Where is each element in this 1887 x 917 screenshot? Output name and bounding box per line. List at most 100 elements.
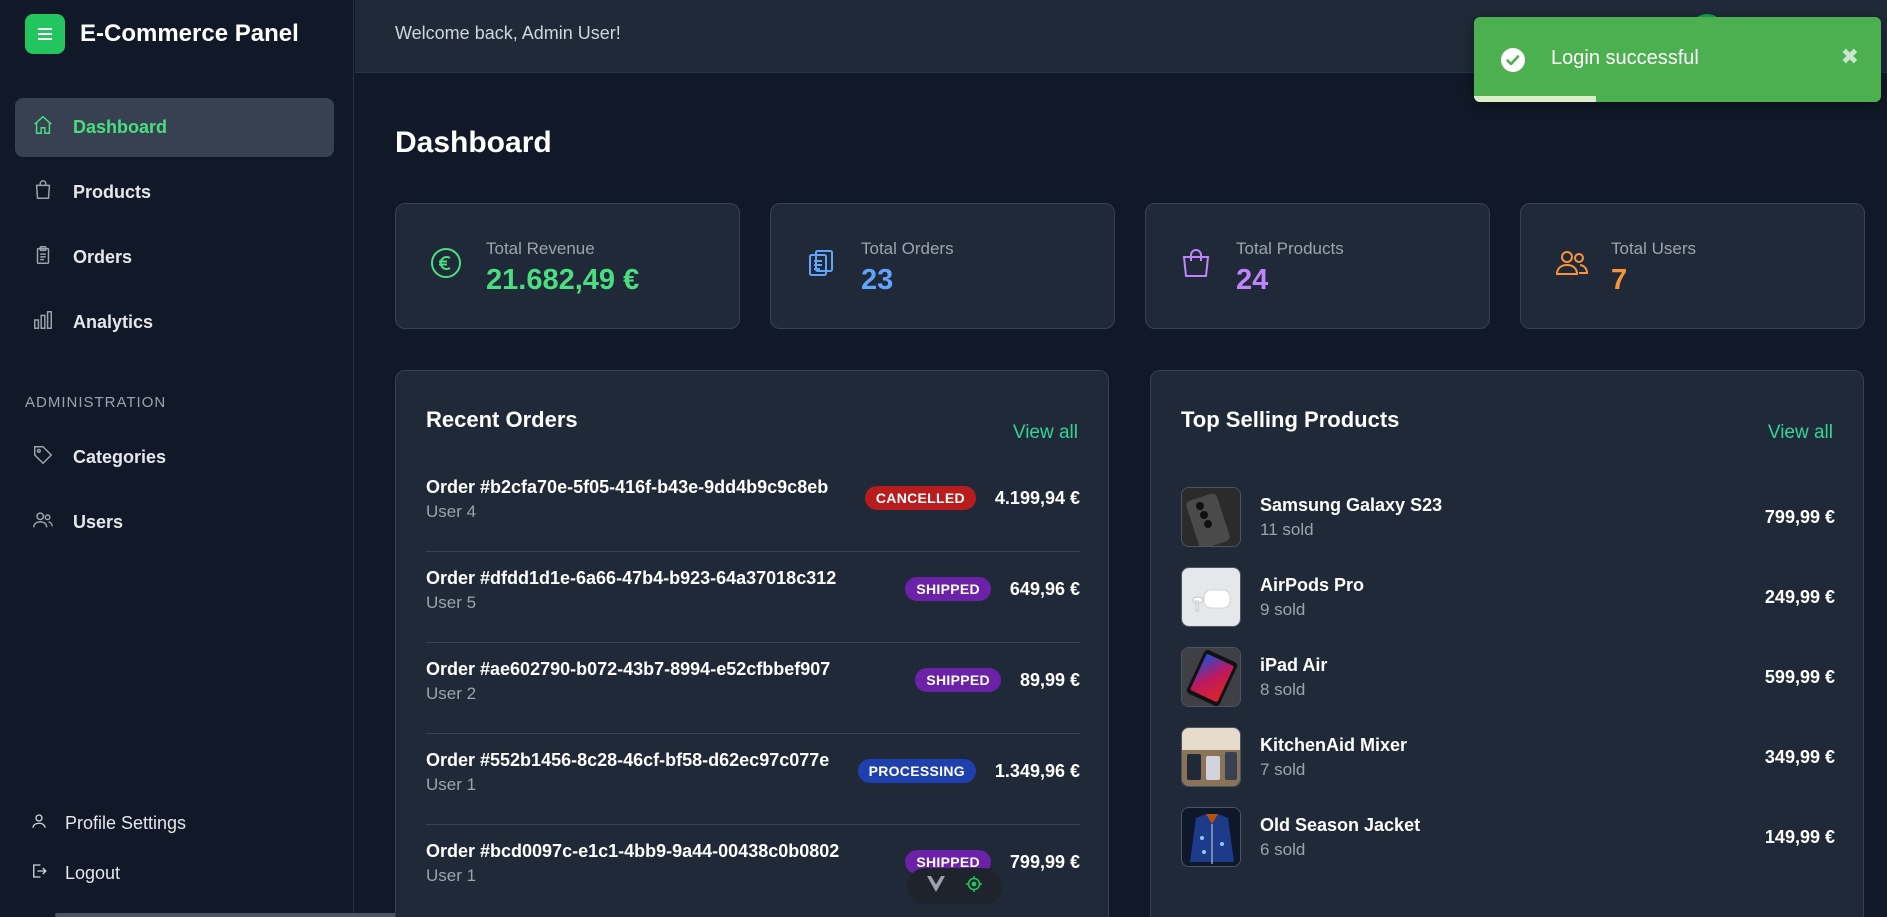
logout-label: Logout (65, 862, 121, 883)
clipboard-icon (804, 246, 838, 285)
product-price: 349,99 € (1764, 747, 1835, 767)
stat-label: Total Revenue (486, 239, 595, 258)
stat-card-orders: Total Orders 23 (770, 203, 1115, 329)
sidebar-item-label: Categories (73, 447, 167, 467)
order-amount: 799,99 € (1009, 851, 1080, 872)
order-amount: 1.349,96 € (994, 760, 1080, 781)
bar-chart-icon (32, 309, 54, 336)
product-sold: 8 sold (1260, 680, 1306, 699)
view-all-orders-link[interactable]: View all (1013, 422, 1078, 444)
view-all-products-link[interactable]: View all (1768, 422, 1833, 444)
list-item[interactable]: AirPods Pro 9 sold 249,99 € (1181, 567, 1835, 629)
sidebar-item-dashboard[interactable]: Dashboard (15, 98, 334, 157)
product-name: Old Season Jacket (1260, 815, 1421, 835)
list-item[interactable]: iPad Air 8 sold 599,99 € (1181, 647, 1835, 709)
order-user: User 1 (426, 866, 477, 885)
sidebar-item-label: Products (73, 182, 152, 202)
bottom-nav: Profile Settings Logout (30, 806, 186, 906)
phone-image (1181, 487, 1241, 547)
brand-title: E-Commerce Panel (80, 20, 299, 47)
product-price: 799,99 € (1764, 507, 1835, 527)
order-amount: 4.199,94 € (994, 487, 1080, 508)
close-icon[interactable]: ✖ (1841, 44, 1859, 70)
toast-message: Login successful (1551, 47, 1699, 69)
main-nav: Dashboard Products Orders Analytics (15, 98, 334, 358)
shopping-bag-icon (32, 179, 54, 206)
sidebar-item-label: Dashboard (73, 117, 168, 137)
product-price: 149,99 € (1764, 827, 1835, 847)
product-name: AirPods Pro (1260, 575, 1365, 595)
sidebar: E-Commerce Panel Dashboard Products Orde… (0, 0, 415, 917)
product-name: iPad Air (1260, 655, 1328, 675)
sidebar-item-products[interactable]: Products (15, 163, 334, 222)
profile-settings-link[interactable]: Profile Settings (30, 806, 186, 840)
order-user: User 1 (426, 775, 477, 794)
table-row[interactable]: Order #552b1456-8c28-46cf-bf58-d62ec97c0… (426, 734, 1080, 825)
product-price: 599,99 € (1764, 667, 1835, 687)
target-icon[interactable] (965, 875, 983, 898)
order-id: Order #bcd0097c-e1c1-4bb9-9a44-00438c0b0… (426, 841, 840, 861)
sidebar-item-analytics[interactable]: Analytics (15, 293, 334, 352)
sidebar-item-label: Analytics (73, 312, 154, 332)
users-icon (32, 509, 54, 536)
jacket-image (1181, 807, 1241, 867)
product-sold: 6 sold (1260, 840, 1306, 859)
sidebar-item-users[interactable]: Users (15, 493, 334, 552)
stat-value: 7 (1611, 264, 1628, 296)
tag-icon (32, 444, 54, 471)
stat-card-products: Total Products 24 (1145, 203, 1490, 329)
order-user: User 5 (426, 593, 477, 612)
table-row[interactable]: Order #ae602790-b072-43b7-8994-e52cfbbef… (426, 643, 1080, 734)
euro-icon (429, 246, 463, 285)
user-icon (30, 812, 48, 835)
logout-link[interactable]: Logout (30, 856, 186, 890)
brand[interactable]: E-Commerce Panel (25, 14, 299, 54)
list-item[interactable]: Samsung Galaxy S23 11 sold 799,99 € (1181, 487, 1835, 549)
status-badge: SHIPPED (915, 668, 1001, 692)
welcome-message: Welcome back, Admin User! (395, 23, 621, 43)
list-item[interactable]: KitchenAid Mixer 7 sold 349,99 € (1181, 727, 1835, 789)
profile-settings-label: Profile Settings (65, 812, 187, 833)
order-user: User 4 (426, 502, 477, 521)
mixer-image (1181, 727, 1241, 787)
order-amount: 89,99 € (1019, 669, 1080, 690)
toast-progress-bar (1474, 96, 1597, 102)
list-item[interactable]: Old Season Jacket 6 sold 149,99 € (1181, 807, 1835, 869)
stat-value: 23 (861, 264, 894, 296)
page-title: Dashboard (395, 126, 552, 159)
product-sold: 9 sold (1260, 600, 1306, 619)
stat-card-users: Total Users 7 (1520, 203, 1865, 329)
stat-value: 21.682,49 € (486, 264, 640, 296)
sidebar-item-label: Orders (73, 247, 133, 267)
sidebar-item-categories[interactable]: Categories (15, 428, 334, 487)
stat-label: Total Orders (861, 239, 954, 258)
tablet-image (1181, 647, 1241, 707)
table-row[interactable]: Order #dfdd1d1e-6a66-47b4-b923-64a37018c… (426, 552, 1080, 643)
users-icon (1554, 246, 1590, 285)
panel-title: Recent Orders (426, 407, 578, 432)
stat-label: Total Users (1611, 239, 1697, 258)
top-products-panel: Top Selling Products View all Samsung Ga… (1150, 370, 1864, 917)
vue-logo-icon[interactable] (926, 875, 946, 898)
order-id: Order #552b1456-8c28-46cf-bf58-d62ec97c0… (426, 750, 830, 770)
status-badge: CANCELLED (864, 486, 976, 510)
status-badge: SHIPPED (905, 577, 991, 601)
recent-orders-panel: Recent Orders View all Order #b2cfa70e-5… (395, 370, 1109, 917)
product-sold: 7 sold (1260, 760, 1306, 779)
order-id: Order #dfdd1d1e-6a66-47b4-b923-64a37018c… (426, 568, 837, 588)
sidebar-item-orders[interactable]: Orders (15, 228, 334, 287)
horizontal-scrollbar[interactable] (55, 913, 415, 917)
order-id: Order #b2cfa70e-5f05-416f-b43e-9dd4b9c9c… (426, 477, 829, 497)
product-price: 249,99 € (1764, 587, 1835, 607)
product-name: KitchenAid Mixer (1260, 735, 1408, 755)
devtools-toggle[interactable] (907, 868, 1002, 904)
section-label-administration: ADMINISTRATION (25, 394, 167, 411)
admin-nav: Categories Users (15, 428, 334, 558)
check-circle-icon (1500, 47, 1526, 78)
stat-value: 24 (1236, 264, 1269, 296)
status-badge: PROCESSING (857, 759, 976, 783)
toast-notification: Login successful ✖ (1474, 17, 1881, 102)
menu-icon[interactable] (25, 14, 65, 54)
table-row[interactable]: Order #b2cfa70e-5f05-416f-b43e-9dd4b9c9c… (426, 461, 1080, 552)
clipboard-icon (32, 244, 54, 271)
